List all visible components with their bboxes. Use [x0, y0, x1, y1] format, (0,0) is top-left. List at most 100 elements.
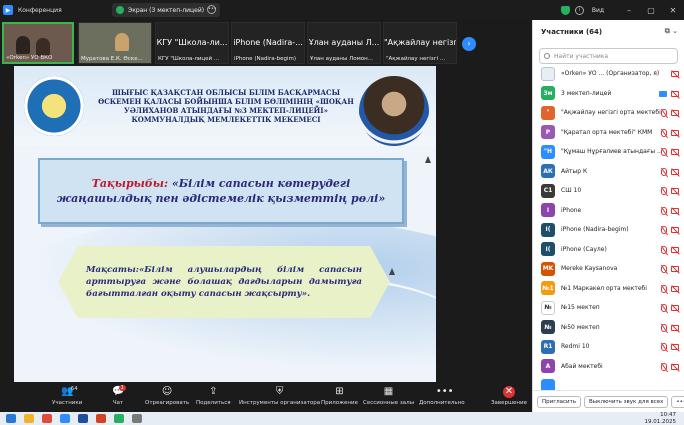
purpose-box: Мақсаты:«Білім алушылардың білім сапасын… [58, 246, 390, 318]
video-tile[interactable]: Муратова Е.К. Өске... [78, 22, 152, 64]
participant-row[interactable]: R1 Redmi 10 [533, 337, 684, 357]
info-icon[interactable]: i [574, 5, 584, 15]
search-placeholder: Найти участника [554, 52, 609, 60]
mouse-cursor-icon [389, 268, 395, 275]
participant-row[interactable]: № №15 мектеп [533, 298, 684, 318]
mic-muted-icon [661, 362, 667, 371]
sharing-indicator-icon [116, 6, 124, 14]
maximize-button[interactable]: ▢ [640, 0, 662, 20]
participant-search-input[interactable]: Найти участника [539, 48, 678, 64]
participant-row[interactable]: I( iPhone (Сауле) [533, 240, 684, 260]
apps-button[interactable]: ⊞ Приложение [321, 386, 358, 406]
close-button[interactable]: ✕ [662, 0, 684, 20]
portrait-medallion [359, 76, 429, 146]
end-button-label: Завершение [491, 400, 527, 406]
share-screen-button[interactable]: ⇪ Поделиться [196, 386, 231, 406]
word-icon[interactable] [78, 414, 88, 423]
more-button[interactable]: ••• Дополнительно [419, 386, 465, 406]
share-tab-menu-icon[interactable]: ••• [207, 5, 217, 14]
participant-row[interactable]: «Örken» УО ... (Организатор, я) [533, 64, 684, 84]
participant-row[interactable]: С1 СШ 10 [533, 181, 684, 201]
participant-name: "Қаратал орта мектебі" КММ [561, 128, 653, 136]
video-tile-name: iPhone (Nadira-... [233, 38, 303, 47]
video-tile[interactable]: «Örken» УО ВКО [2, 22, 74, 64]
participant-name: «Örken» УО ... (Организатор, я) [561, 70, 660, 78]
video-off-icon [671, 246, 679, 253]
minimize-button[interactable]: – [618, 0, 640, 20]
screen-share-tab[interactable]: Экран (3 мектеп-лицей) ••• [112, 3, 220, 17]
participants-button[interactable]: 👥 64 Участники [52, 386, 82, 406]
react-button[interactable]: ☺ Отреагировать [145, 386, 189, 406]
mic-muted-icon [661, 323, 667, 332]
browser-icon[interactable] [42, 414, 52, 423]
participant-row[interactable]: I iPhone [533, 201, 684, 221]
zoom-taskbar-icon[interactable] [60, 414, 70, 423]
mic-muted-icon [661, 148, 667, 156]
participants-button-label: Участники [52, 400, 83, 406]
panel-footer: Пригласить Выключить звук для всех ••• [533, 390, 684, 412]
participant-row[interactable]: А Абай мектебі [533, 357, 684, 377]
chat-button-label: Чат [112, 400, 124, 406]
participant-list[interactable]: «Örken» УО ... (Организатор, я) 3м 3 мек… [533, 64, 684, 390]
system-clock[interactable]: 10:47 19.01.2025 [645, 412, 677, 425]
file-explorer-icon[interactable] [24, 414, 34, 423]
powerpoint-icon[interactable] [96, 414, 106, 423]
participant-row[interactable]: № №50 мектеп [533, 318, 684, 338]
next-page-chevron-icon[interactable]: › [462, 37, 476, 51]
participant-name: iPhone (Nadira-begim) [561, 226, 629, 234]
video-tile-label: Ұлан ауданы Ломон... [310, 56, 373, 62]
chat-button[interactable]: 💬 1 Чат [112, 385, 126, 406]
end-meeting-button[interactable]: ✕ Завершение [491, 386, 527, 406]
participant-video [16, 36, 30, 54]
video-tile-label: «Örken» УО ВКО [6, 55, 53, 61]
participant-row[interactable]: MK Mereke Kaysanova [533, 259, 684, 279]
participant-name: Абай мектебі [561, 362, 603, 370]
invite-button[interactable]: Пригласить [537, 395, 582, 408]
security-shield-icon[interactable] [560, 5, 570, 15]
video-off-icon [671, 207, 679, 214]
video-off-icon [671, 129, 679, 136]
participant-name: iPhone (Сауле) [561, 245, 607, 253]
video-off-icon [671, 168, 679, 175]
avatar: "Н [541, 144, 555, 159]
avatar: Р [541, 125, 555, 140]
panel-popout-icon[interactable]: ⧉ ⌄ [665, 27, 678, 36]
avatar [541, 66, 555, 81]
view-menu[interactable]: Вид [592, 7, 604, 14]
clock-date: 19.01.2025 [644, 418, 677, 425]
video-tile[interactable]: КГУ "Школа-ли... КГУ "Школа-лицей ... [155, 22, 229, 64]
avatar: АК [541, 164, 555, 179]
participant-row[interactable]: I( iPhone (Nadira-begim) [533, 220, 684, 240]
participant-row[interactable]: Р "Қаратал орта мектебі" КММ [533, 123, 684, 143]
participant-row[interactable]: 3м 3 мектеп-лицей [533, 84, 684, 104]
panel-header: Участники (64) ⧉ ⌄ [533, 20, 684, 44]
participant-row[interactable]: №1 №1 Маркакөл орта мектебі [533, 279, 684, 299]
meeting-toolbar: 👥 64 Участники 💬 1 Чат ☺ Отреагировать ⇪… [0, 384, 532, 412]
app-icon[interactable] [114, 414, 124, 423]
mic-muted-icon [661, 284, 667, 293]
participant-row[interactable]: " "Ақжайлау негізгі орта мектебі" [533, 103, 684, 123]
video-tile[interactable]: "Ақжайлау негізгі... "Ақжайлау негізгі .… [383, 22, 457, 64]
participant-row[interactable]: "Н "Құмаш Нұрғалиев атындағы ... [533, 142, 684, 162]
breakout-rooms-button[interactable]: ▦ Сессионные залы [363, 386, 414, 406]
video-tile-label: Муратова Е.К. Өске... [81, 56, 143, 62]
windows-start-icon[interactable] [6, 414, 16, 423]
video-off-icon [671, 344, 679, 350]
participant-row[interactable]: АК Айтыр К [533, 162, 684, 182]
app-icon[interactable] [132, 414, 142, 423]
participant-row[interactable] [533, 376, 684, 390]
avatar: С1 [541, 183, 555, 198]
mute-all-button[interactable]: Выключить звук для всех [584, 395, 669, 408]
participant-video [36, 38, 50, 56]
panel-more-button[interactable]: ••• [671, 395, 684, 408]
slide-header-text: ШЫҒЫС ҚАЗАҚСТАН ОБЛЫСЫ БІЛІМ БАСҚАРМАСЫ … [98, 88, 354, 124]
video-off-icon [671, 363, 679, 370]
host-tools-button[interactable]: ⛨ Инструменты организатора [239, 386, 320, 406]
title-bar: ▶ Конференция Экран (3 мектеп-лицей) •••… [0, 0, 684, 20]
chat-unread-badge: 1 [118, 385, 126, 391]
mic-muted-icon [661, 167, 667, 176]
video-tile[interactable]: Ұлан ауданы Л... Ұлан ауданы Ломон... [307, 22, 381, 64]
avatar: I( [541, 242, 555, 257]
mouse-cursor-icon [425, 156, 431, 163]
video-tile[interactable]: iPhone (Nadira-... iPhone (Nadira-begim) [231, 22, 305, 64]
